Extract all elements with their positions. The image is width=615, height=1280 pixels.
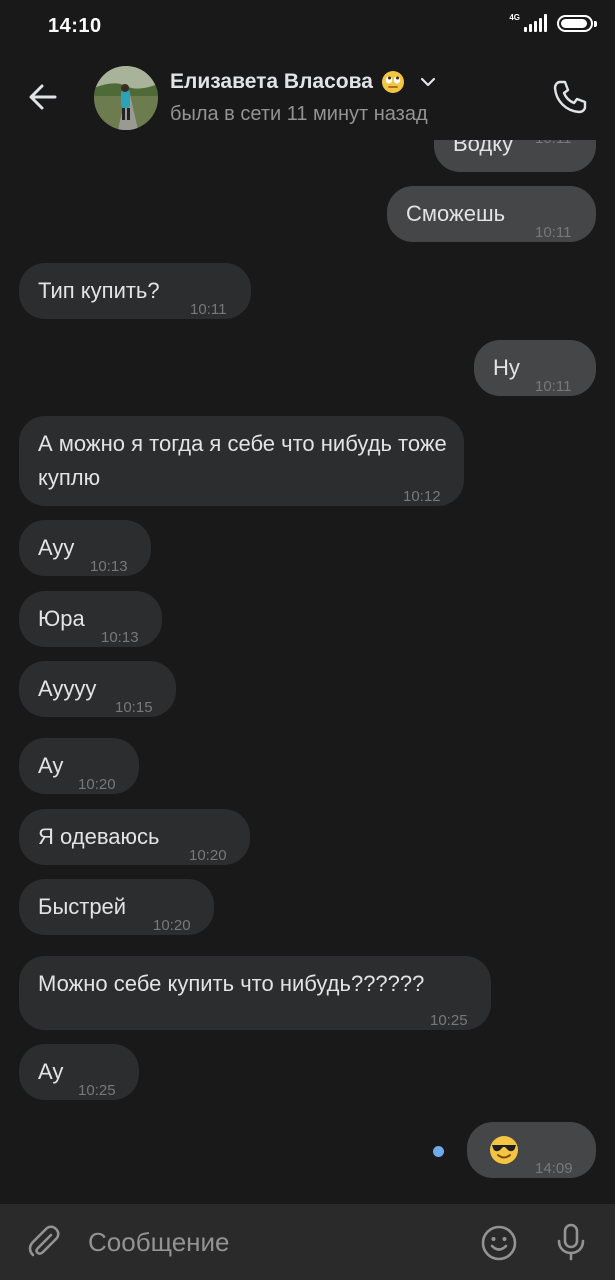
message-time: 10:13 [90, 558, 128, 575]
network-type-label: 4G [509, 13, 520, 22]
arrow-left-icon [29, 84, 57, 110]
microphone-icon [557, 1223, 585, 1261]
avatar-photo [94, 66, 158, 130]
chevron-down-icon [420, 77, 436, 87]
message-bubble-outgoing[interactable]: Сможешь 10:11 [387, 186, 596, 242]
message-text: Сможешь [406, 201, 506, 226]
message-text: Ауууу [38, 676, 97, 701]
message-time: 10:20 [78, 776, 116, 793]
message-text: Ну [493, 355, 520, 380]
contact-name: Елизавета Власова [170, 70, 373, 93]
message-text: Юра [38, 606, 85, 631]
message-bubble-incoming[interactable]: Юра 10:13 [19, 591, 162, 647]
status-time: 14:10 [48, 15, 102, 37]
message-bubble-incoming[interactable]: Ауу 10:13 [19, 520, 151, 576]
message-time: 10:12 [403, 488, 441, 505]
battery-level [561, 18, 587, 28]
message-list[interactable]: Водку 10:11 Сможешь 10:11 Тип купить? 10… [0, 140, 615, 1204]
message-time: 10:20 [189, 847, 227, 864]
message-bubble-incoming[interactable]: Ау 10:20 [19, 738, 139, 794]
phone-icon [553, 80, 587, 114]
message-bubble-incoming[interactable]: Я одеваюсь 10:20 [19, 809, 250, 865]
message-text: Тип купить? [38, 278, 160, 303]
chat-header: Елизавета Власова была в сети 11 минут н… [0, 56, 615, 140]
message-time: 10:11 [190, 301, 227, 318]
message-composer [0, 1204, 615, 1280]
signal-icon [524, 14, 547, 32]
message-text: Я одеваюсь [38, 824, 160, 849]
message-text: Ау [38, 1059, 64, 1084]
paperclip-icon [28, 1225, 60, 1257]
battery-icon [557, 14, 597, 32]
message-text: Ау [38, 753, 64, 778]
call-button[interactable] [545, 72, 595, 122]
message-bubble-incoming[interactable]: Можно себе купить что нибудь?????? 10:25 [19, 956, 491, 1030]
message-bubble-outgoing[interactable]: Водку 10:11 [434, 140, 596, 172]
message-text: Можно себе купить что нибудь?????? [38, 971, 425, 996]
contact-status: была в сети 11 минут назад [170, 103, 428, 125]
message-input[interactable] [88, 1220, 448, 1264]
voice-message-button[interactable] [548, 1218, 594, 1266]
message-bubble-outgoing[interactable]: 14:09 [467, 1122, 596, 1178]
avatar[interactable] [94, 66, 158, 130]
message-bubble-incoming[interactable]: Тип купить? 10:11 [19, 263, 251, 319]
status-bar: 14:10 4G [0, 0, 615, 56]
smiling-face-with-sunglasses-icon [490, 1136, 518, 1164]
status-indicators: 4G [509, 13, 597, 32]
message-text: А можно я тогда я себе что нибудь тоже к… [38, 431, 447, 490]
unread-indicator [433, 1146, 444, 1157]
message-bubble-incoming[interactable]: А можно я тогда я себе что нибудь тоже к… [19, 416, 464, 506]
message-text: Водку [453, 140, 514, 156]
message-bubble-incoming[interactable]: Ауууу 10:15 [19, 661, 176, 717]
attach-button[interactable] [22, 1220, 66, 1264]
message-time: 10:25 [430, 1012, 468, 1029]
emoji-button[interactable] [476, 1220, 522, 1266]
message-time: 10:11 [535, 140, 571, 156]
message-bubble-incoming[interactable]: Ау 10:25 [19, 1044, 139, 1100]
message-time: 10:11 [535, 378, 572, 395]
back-button[interactable] [20, 74, 66, 120]
message-time: 10:15 [115, 699, 153, 716]
message-time: 10:13 [101, 629, 139, 646]
message-text: Быстрей [38, 894, 127, 919]
contact-name-row[interactable]: Елизавета Власова [170, 70, 437, 94]
face-with-rolling-eyes-icon [381, 71, 404, 93]
message-time: 10:20 [153, 917, 191, 934]
message-time: 10:25 [78, 1082, 116, 1099]
message-time: 10:11 [535, 224, 572, 241]
message-bubble-outgoing[interactable]: Ну 10:11 [474, 340, 596, 396]
smiley-icon [481, 1225, 517, 1261]
message-text: Ауу [38, 535, 75, 560]
message-time: 14:09 [535, 1160, 573, 1177]
message-bubble-incoming[interactable]: Быстрей 10:20 [19, 879, 214, 935]
